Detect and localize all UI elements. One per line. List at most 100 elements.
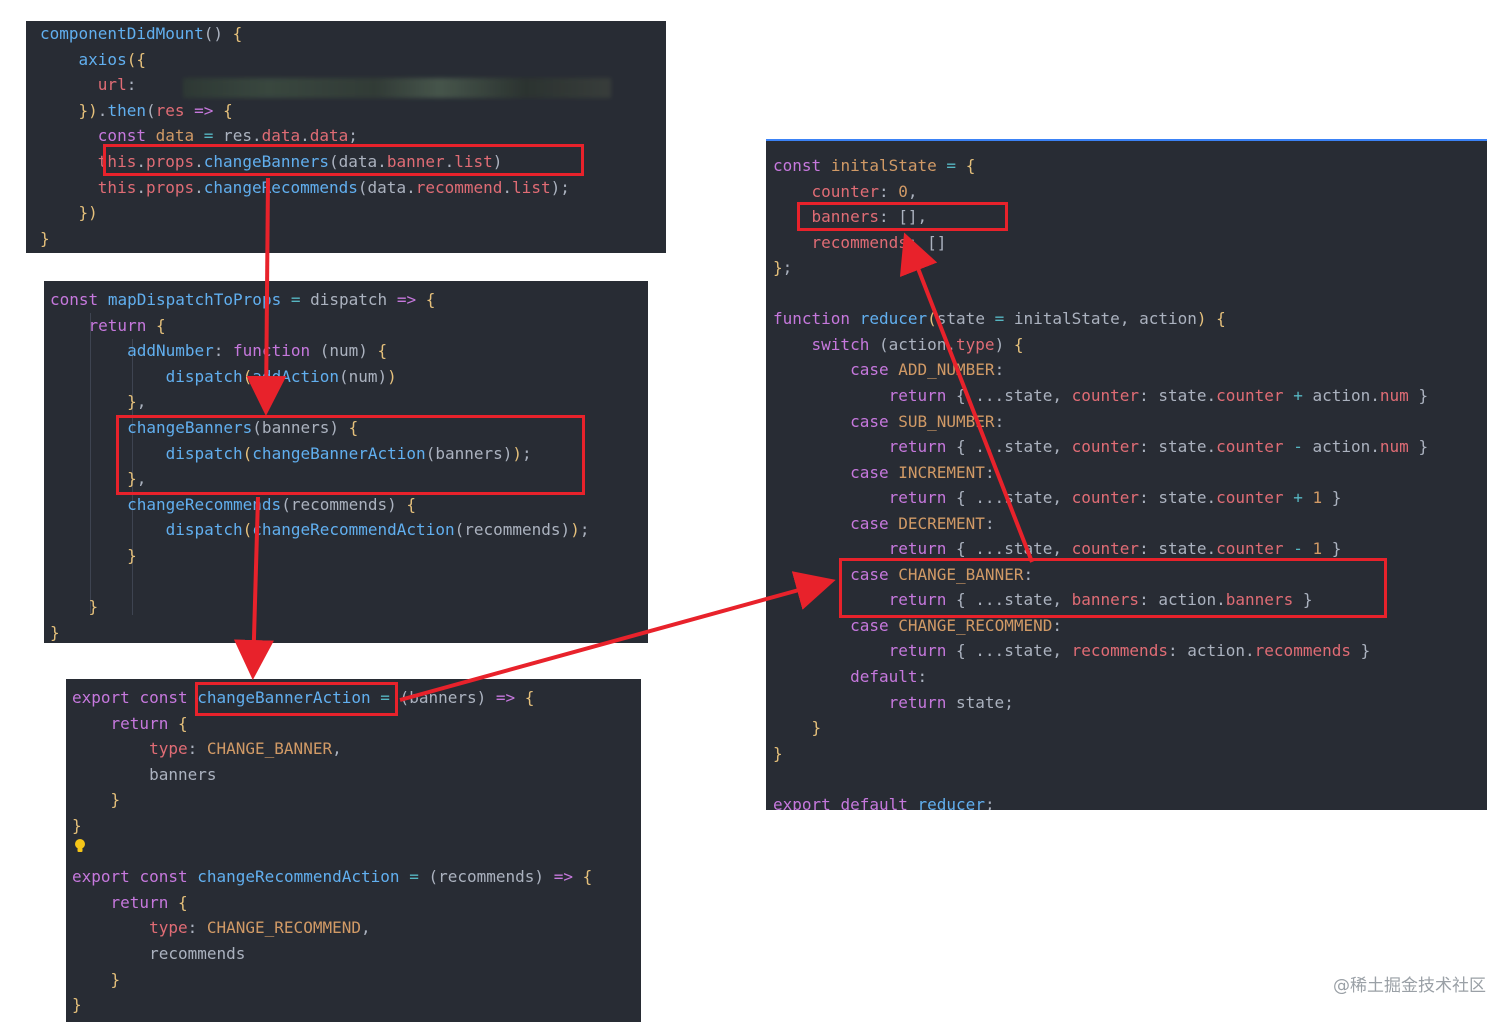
code-token: ) — [512, 443, 523, 463]
code-token: (recommends) — [454, 520, 571, 540]
code-line: return { ...state, counter: state.counte… — [773, 383, 1428, 408]
code-token: function — [773, 309, 851, 329]
code-token: ); — [550, 177, 570, 197]
code-line: const mapDispatchToProps = dispatch => { — [50, 287, 435, 312]
code-token: { — [524, 688, 535, 707]
code-token: then — [107, 100, 146, 120]
code-token: default — [840, 794, 908, 810]
code-token: : — [187, 918, 207, 938]
code-token: changeRecommends — [127, 494, 282, 514]
code-token: recommend — [415, 177, 503, 197]
code-token: props — [145, 152, 195, 171]
code-token: } — [127, 546, 137, 565]
code-token: INCREMENT — [898, 462, 985, 482]
code-token: { — [177, 892, 188, 912]
code-token: ( — [242, 366, 253, 386]
code-token: counter — [1216, 385, 1284, 405]
code-line: case INCREMENT: — [773, 460, 995, 485]
code-token: counter — [1216, 488, 1284, 508]
code-line: } — [50, 543, 137, 568]
code-token: ; — [348, 126, 358, 146]
code-token: return — [88, 315, 147, 335]
code-token: export — [72, 688, 130, 707]
code-token: . — [300, 126, 310, 146]
code-token: } — [50, 622, 60, 642]
code-token: num — [1379, 437, 1409, 457]
code-token: list — [512, 177, 551, 197]
code-token: } — [1293, 590, 1313, 610]
code-token: return — [888, 437, 947, 457]
code-token: (data. — [357, 177, 416, 197]
code-line: dispatch(changeRecommendAction(recommend… — [50, 517, 590, 542]
code-token: { — [1216, 309, 1226, 329]
code-line: case CHANGE_BANNER: — [773, 562, 1033, 587]
code-token: state — [936, 309, 995, 329]
code-line: dispatch(addAction(num)) — [50, 364, 397, 389]
code-token: changeRecommends — [203, 177, 358, 197]
code-token: , — [136, 392, 147, 412]
code-token: state; — [946, 692, 1014, 712]
code-token: export — [773, 794, 831, 810]
code-token: , — [136, 469, 147, 489]
code-line: case CHANGE_RECOMMEND: — [773, 613, 1062, 638]
code-token: counter — [811, 181, 879, 201]
code-line: } — [72, 787, 121, 812]
code-token: } — [1322, 539, 1342, 559]
code-token: => — [396, 290, 417, 309]
code-token: const — [50, 290, 99, 309]
code-token: (data. — [329, 152, 387, 171]
code-token: changeBanners — [203, 152, 330, 171]
code-token: (banners) — [252, 418, 349, 437]
code-token: 1 — [1312, 539, 1323, 559]
code-token: case — [850, 564, 889, 584]
code-token: list — [454, 152, 493, 171]
code-token: action. — [1302, 437, 1380, 457]
code-token: }) — [78, 203, 98, 223]
code-line: } — [72, 992, 82, 1017]
lightbulb-icon[interactable] — [74, 839, 86, 853]
code-token: ) — [492, 152, 503, 171]
code-token: changeRecommendAction — [252, 520, 455, 540]
code-line: switch (action.type) { — [773, 332, 1024, 357]
code-line: case ADD_NUMBER: — [773, 357, 1004, 382]
code-token: CHANGE_BANNER — [206, 739, 333, 759]
code-line: this.props.changeBanners(data.banner.lis… — [40, 149, 503, 174]
code-token: counter — [1071, 385, 1140, 405]
code-token: return — [888, 590, 947, 610]
code-token: . — [136, 152, 146, 171]
code-token: recommends — [72, 944, 246, 963]
code-token: { — [348, 418, 359, 437]
watermark: @稀土掘金技术社区 — [1333, 976, 1486, 996]
code-token: DECREMENT — [898, 513, 985, 533]
code-token: } — [1408, 385, 1429, 405]
code-token: const — [773, 156, 822, 175]
code-token: banners — [1225, 590, 1294, 610]
code-token: { ...state, — [946, 539, 1072, 559]
code-token: { — [155, 315, 166, 335]
code-line: return { ...state, counter: state.counte… — [773, 536, 1342, 561]
code-token: componentDidMount — [40, 24, 204, 43]
code-token: CHANGE_BANNER — [898, 564, 1024, 584]
code-token: CHANGE_RECOMMEND — [898, 615, 1053, 635]
code-token: counter — [1216, 437, 1284, 457]
code-token: { ...state, — [946, 590, 1072, 610]
